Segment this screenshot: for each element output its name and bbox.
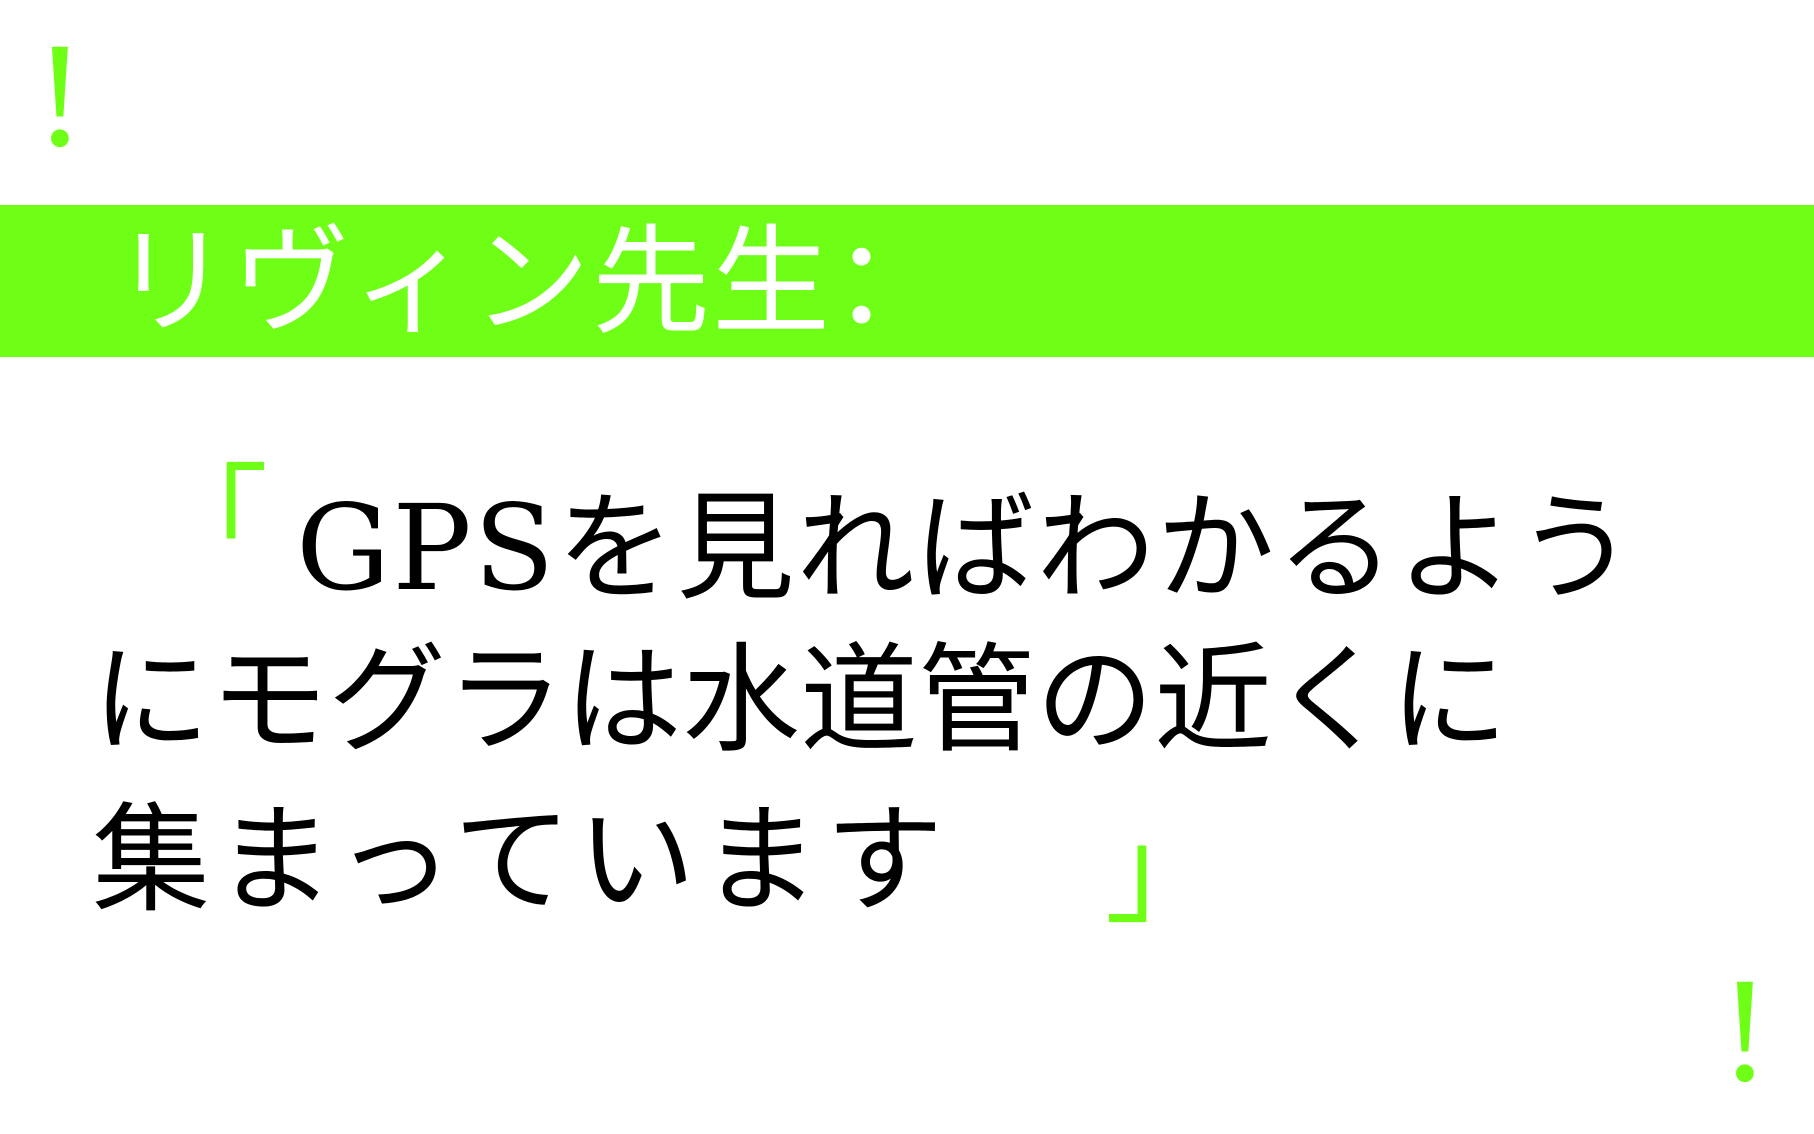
quote-line-1: GPSを見ればわかるよう	[296, 479, 1637, 617]
close-quote-mark: 」	[1105, 802, 1224, 940]
quote-line-2: にモグラは水道管の近くに	[92, 631, 1509, 769]
exclamation-mark-top: !	[35, 12, 85, 178]
speaker-label: リヴィン先生：	[112, 213, 953, 351]
quote-line-3: 集まっています	[92, 791, 950, 929]
exclamation-mark-bottom: !	[1720, 947, 1770, 1113]
slide: ! リヴィン先生： 「 GPSを見ればわかるよう にモグラは水道管の近くに 集ま…	[0, 0, 1814, 1134]
open-quote-mark: 「	[150, 452, 269, 590]
